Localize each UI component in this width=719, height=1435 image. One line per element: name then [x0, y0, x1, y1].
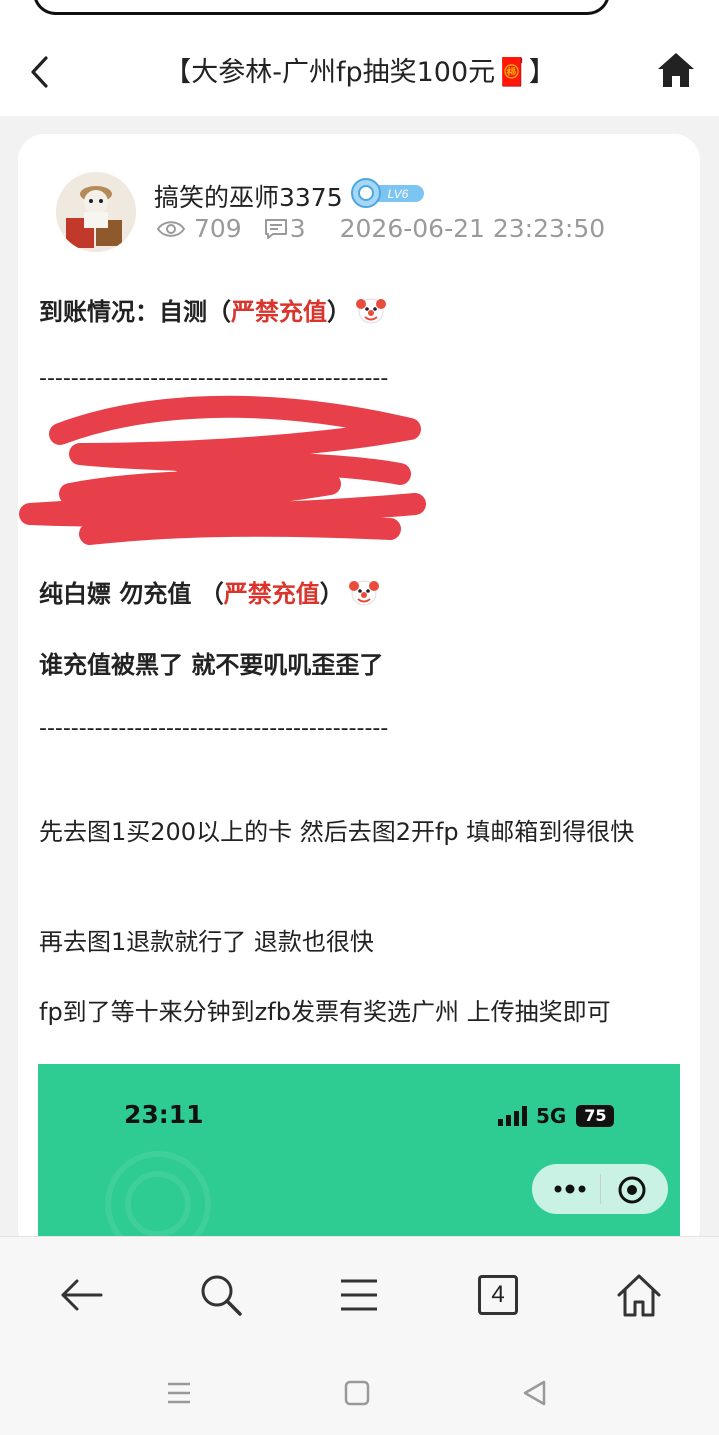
instruction-paragraph-3: fp到了等十来分钟到zfb发票有奖选广州 上传抽奖即可 [39, 998, 611, 1026]
top-navigation-bar: 【大参林-广州fp抽奖100元🧧】 [0, 0, 719, 116]
post-card: 搞笑的巫师3375 LV6 709 3 2026-06-21 23:23:50 … [18, 134, 700, 1254]
back-triangle-icon[interactable] [520, 1378, 550, 1408]
miniprogram-capsule [532, 1164, 668, 1214]
author-avatar[interactable] [56, 172, 136, 252]
view-count: 709 [194, 214, 242, 243]
system-navigation-bar [0, 1348, 719, 1435]
top-search-pill[interactable] [33, 0, 610, 15]
watermark-decoration [105, 1151, 211, 1254]
close-target-icon [618, 1176, 646, 1204]
eye-icon [156, 220, 186, 237]
post-meta: 709 3 2026-06-21 23:23:50 [156, 214, 605, 243]
redaction-scribble [19, 395, 426, 545]
image-status-icons: 5G 75 [498, 1104, 615, 1128]
home-icon[interactable] [615, 1271, 663, 1319]
network-label: 5G [536, 1104, 567, 1128]
author-name[interactable]: 搞笑的巫师3375 [154, 178, 343, 214]
home-icon[interactable] [656, 50, 696, 90]
post-date: 2026-06-21 23:23:50 [339, 214, 606, 243]
status-line: 到账情况：自测（严禁充值） [39, 292, 387, 327]
comment-count[interactable]: 3 [290, 214, 306, 243]
capsule-divider [600, 1174, 601, 1204]
signal-bars-icon [498, 1106, 527, 1126]
menu-icon[interactable] [335, 1271, 383, 1319]
back-arrow-icon[interactable] [57, 1271, 105, 1319]
no-recharge-line: 纯白嫖 勿充值 （严禁充值） [39, 574, 380, 609]
post-image-1[interactable]: 23:11 5G 75 [38, 1064, 680, 1254]
level-badge: LV6 [351, 178, 424, 208]
instruction-paragraph-1: 先去图1买200以上的卡 然后去图2开fp 填邮箱到得很快 [39, 818, 635, 846]
comment-icon [264, 218, 287, 239]
page-title: 【大参林-广州fp抽奖100元🧧】 [164, 57, 556, 88]
image-status-time: 23:11 [124, 1100, 204, 1129]
more-dots-icon [554, 1184, 586, 1194]
recent-apps-icon[interactable] [164, 1378, 194, 1408]
instruction-paragraph-2: 再去图1退款就行了 退款也很快 [39, 928, 374, 956]
chevron-left-icon[interactable] [24, 52, 58, 92]
battery-icon: 75 [576, 1105, 615, 1127]
tabs-icon[interactable]: 4 [478, 1275, 518, 1315]
divider-line: ----------------------------------------… [39, 716, 389, 741]
warning-line: 谁充值被黑了 就不要叽叽歪歪了 [39, 651, 384, 679]
clown-face-icon [356, 298, 386, 324]
svg-text:LV6: LV6 [388, 187, 409, 201]
clown-face-icon [348, 580, 379, 606]
search-icon[interactable] [197, 1271, 245, 1319]
browser-bottom-toolbar: 4 [0, 1236, 719, 1348]
home-square-icon[interactable] [342, 1378, 372, 1408]
